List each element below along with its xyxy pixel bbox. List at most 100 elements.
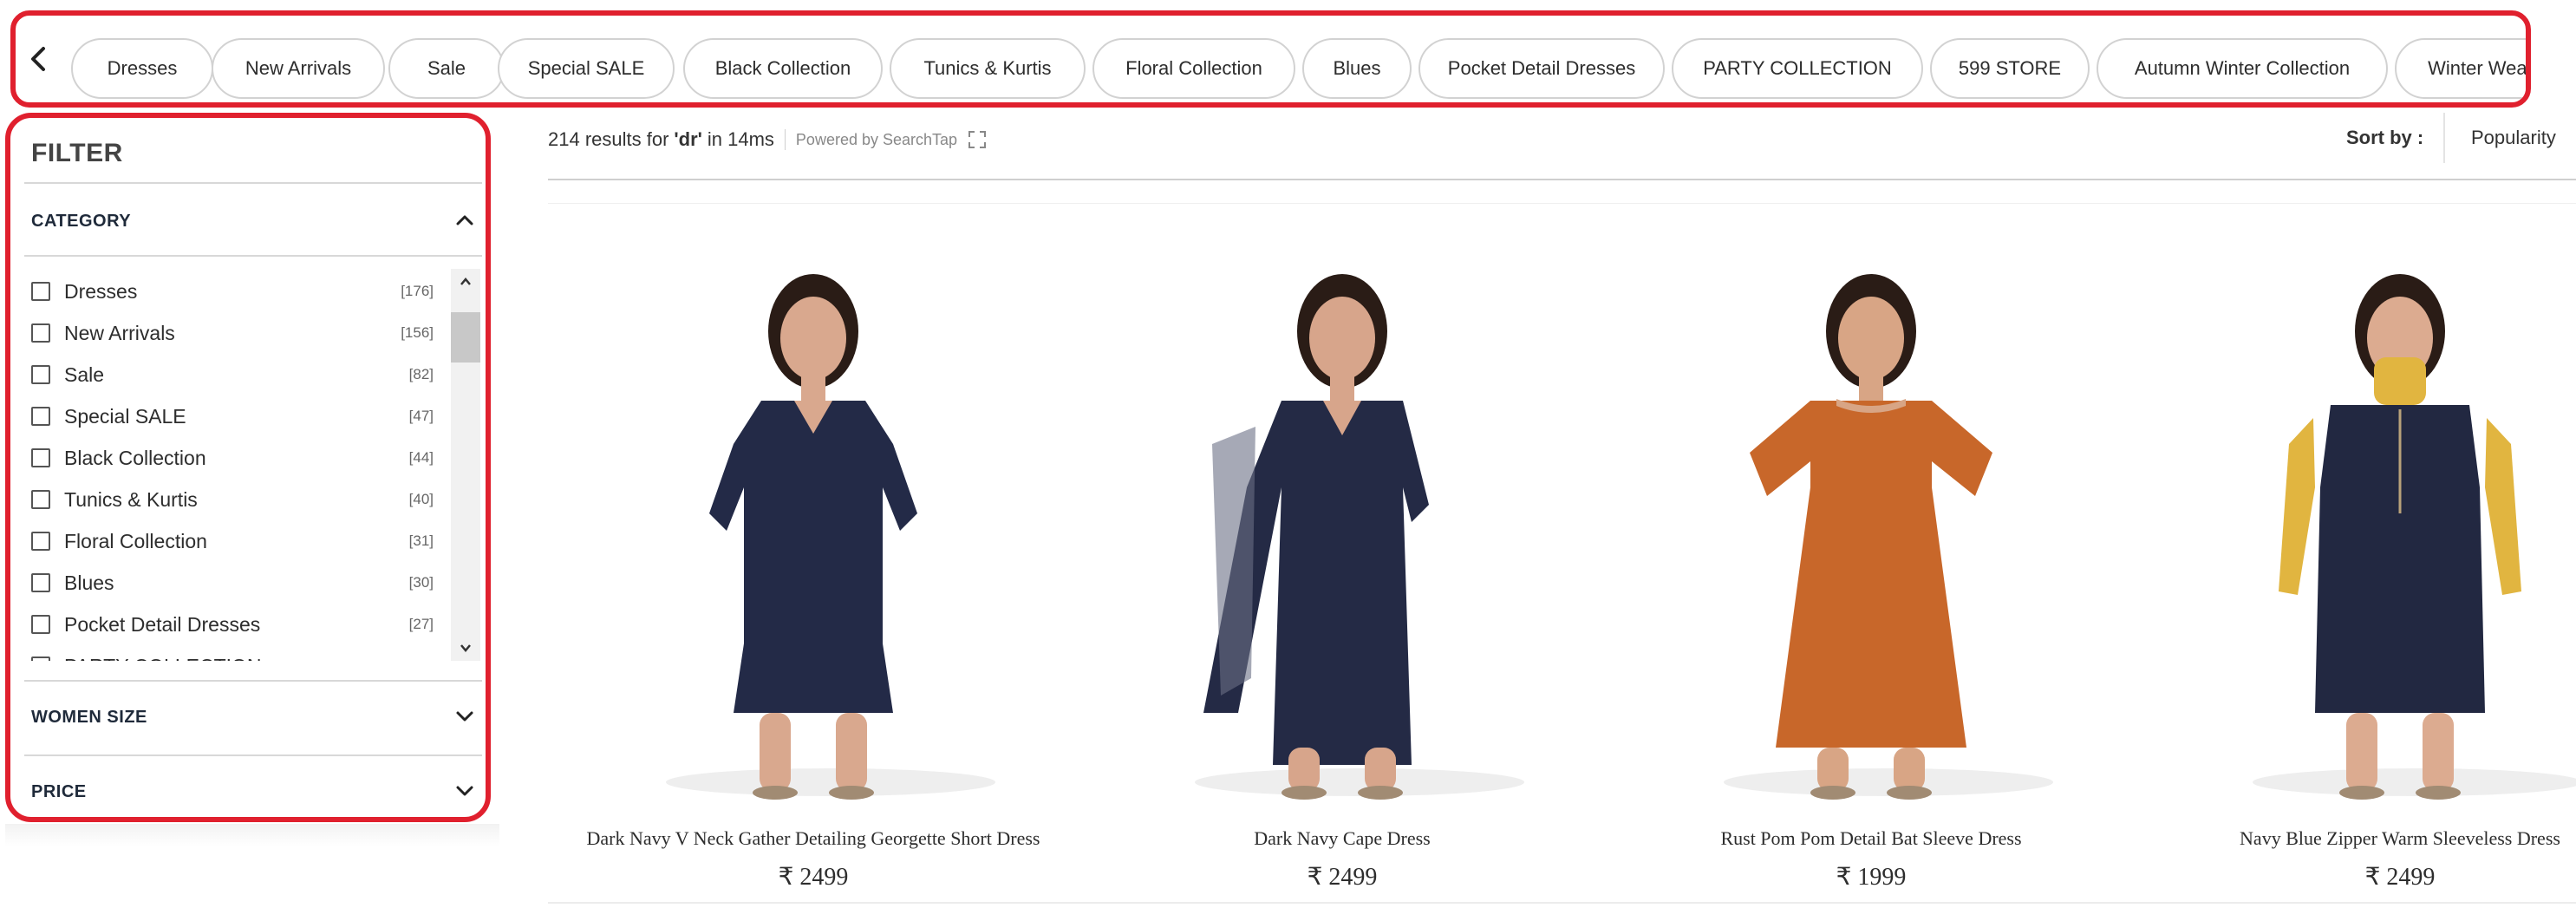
category-label: Pocket Detail Dresses [64, 612, 261, 636]
product-card[interactable]: Dark Navy Cape Dress ₹ 2499 [1099, 227, 1585, 904]
divider [548, 203, 2576, 204]
category-heading[interactable]: CATEGORY [31, 212, 131, 232]
chip-special-sale[interactable]: Special SALE [498, 38, 675, 99]
category-option[interactable]: New Arrivals [156] [28, 316, 451, 350]
category-checkbox[interactable] [31, 282, 50, 301]
scroll-up-button[interactable] [451, 269, 480, 295]
women-size-heading[interactable]: WOMEN SIZE [31, 708, 147, 728]
category-count: [176] [401, 283, 434, 299]
chip-sale[interactable]: Sale [388, 38, 505, 99]
category-label: Dresses [64, 279, 138, 303]
scroll-down-button[interactable] [451, 635, 480, 661]
chips-track: Dresses New Arrivals Sale Special SALE Black… [16, 38, 2526, 99]
chevron-down-icon [460, 644, 471, 652]
chip-black-collection[interactable]: Black Collection [683, 38, 883, 99]
category-collapse-toggle[interactable] [453, 208, 477, 232]
category-label: PARTY COLLECTION [64, 655, 262, 662]
chip-pocket-detail-dresses[interactable]: Pocket Detail Dresses [1418, 38, 1665, 99]
category-list: Dresses [176] New Arrivals [156] Sale [82] Spe… [28, 269, 451, 661]
product-card[interactable]: Rust Pom Pom Detail Bat Sleeve Dress ₹ 19… [1628, 227, 2114, 904]
product-price: ₹ 2499 [2364, 864, 2436, 891]
category-checkbox[interactable] [31, 615, 50, 634]
scrollbar-thumb[interactable] [451, 312, 480, 363]
filter-title: FILTER [31, 139, 123, 167]
chevron-up-icon [460, 278, 471, 285]
category-option[interactable]: Dresses [176] [28, 274, 451, 309]
fullscreen-icon[interactable] [968, 130, 987, 149]
chip-new-arrivals[interactable]: New Arrivals [212, 38, 385, 99]
product-price: ₹ 2499 [778, 864, 849, 891]
product-price: ₹ 1999 [1836, 864, 1907, 891]
category-count: [44] [408, 449, 434, 466]
chip-599-store[interactable]: 599 STORE [1930, 38, 2090, 99]
category-count: [40] [408, 491, 434, 507]
women-size-expand-toggle[interactable] [453, 704, 477, 728]
category-option[interactable]: Sale [82] [28, 357, 451, 392]
sort-label: Sort by : [2346, 127, 2424, 148]
category-checkbox[interactable] [31, 407, 50, 426]
chip-winter-wear[interactable]: Winter Wear [2395, 38, 2526, 99]
chip-party-collection[interactable]: PARTY COLLECTION [1672, 38, 1923, 99]
product-image[interactable] [1628, 227, 2114, 810]
divider [548, 179, 2576, 180]
category-count: [27] [408, 616, 434, 632]
divider [24, 255, 482, 257]
category-count: [156] [401, 324, 434, 341]
category-label: Blues [64, 571, 114, 594]
chip-autumn-winter-collection[interactable]: Autumn Winter Collection [2097, 38, 2388, 99]
filter-panel: FILTER CATEGORY Dresses [176] New Arrivals… [5, 113, 491, 822]
product-card[interactable]: Navy Blue Zipper Warm Sleeveless Dress ₹ … [2157, 227, 2576, 904]
category-label: Sale [64, 363, 105, 386]
product-price: ₹ 2499 [1307, 864, 1378, 891]
product-name[interactable]: Rust Pom Pom Detail Bat Sleeve Dress [1628, 827, 2114, 850]
price-expand-toggle[interactable] [453, 779, 477, 803]
chevron-down-icon [456, 711, 473, 722]
category-label: Tunics & Kurtis [64, 487, 198, 511]
powered-by-label[interactable]: Powered by SearchTap [796, 131, 957, 149]
category-checkbox[interactable] [31, 573, 50, 592]
category-label: Black Collection [64, 446, 206, 469]
search-query: 'dr' [674, 128, 702, 150]
product-image[interactable] [2157, 227, 2576, 810]
category-option[interactable]: Blues [30] [28, 565, 451, 600]
category-count: [30] [408, 574, 434, 591]
category-checkbox[interactable] [31, 448, 50, 467]
product-name[interactable]: Navy Blue Zipper Warm Sleeveless Dress [2157, 827, 2576, 850]
sort-dropdown[interactable]: Popularity [2443, 113, 2576, 163]
category-count: [82] [408, 366, 434, 382]
category-checkbox[interactable] [31, 490, 50, 509]
price-heading[interactable]: PRICE [31, 782, 87, 802]
filter-shadow [5, 824, 499, 846]
chevron-down-icon [456, 786, 473, 796]
category-label: Special SALE [64, 404, 186, 428]
chip-tunics-kurtis[interactable]: Tunics & Kurtis [890, 38, 1086, 99]
chip-blues[interactable]: Blues [1302, 38, 1412, 99]
category-option[interactable]: PARTY COLLECTION [28, 649, 451, 661]
product-image[interactable] [1099, 227, 1585, 810]
category-scrollbar[interactable] [451, 269, 480, 661]
results-count: 214 results for [548, 128, 669, 150]
category-label: New Arrivals [64, 321, 175, 344]
category-checkbox[interactable] [31, 365, 50, 384]
divider [24, 680, 482, 682]
divider [24, 182, 482, 184]
category-count: [47] [408, 408, 434, 424]
category-chips-bar: Dresses New Arrivals Sale Special SALE Black… [10, 10, 2531, 108]
divider [784, 129, 786, 150]
category-label: Floral Collection [64, 529, 207, 552]
category-option[interactable]: Black Collection [44] [28, 441, 451, 475]
category-checkbox[interactable] [31, 323, 50, 343]
category-option[interactable]: Tunics & Kurtis [40] [28, 482, 451, 517]
product-name[interactable]: Dark Navy Cape Dress [1099, 827, 1585, 850]
category-option[interactable]: Pocket Detail Dresses [27] [28, 607, 451, 642]
category-checkbox[interactable] [31, 657, 50, 661]
category-option[interactable]: Floral Collection [31] [28, 524, 451, 559]
product-image[interactable] [571, 227, 1056, 810]
product-name[interactable]: Dark Navy V Neck Gather Detailing George… [571, 827, 1056, 850]
results-summary: 214 results for 'dr' in 14ms Powered by … [548, 128, 987, 151]
category-option[interactable]: Special SALE [47] [28, 399, 451, 434]
chip-floral-collection[interactable]: Floral Collection [1092, 38, 1295, 99]
category-checkbox[interactable] [31, 532, 50, 551]
chip-dresses[interactable]: Dresses [71, 38, 213, 99]
product-card[interactable]: Dark Navy V Neck Gather Detailing George… [571, 227, 1056, 904]
